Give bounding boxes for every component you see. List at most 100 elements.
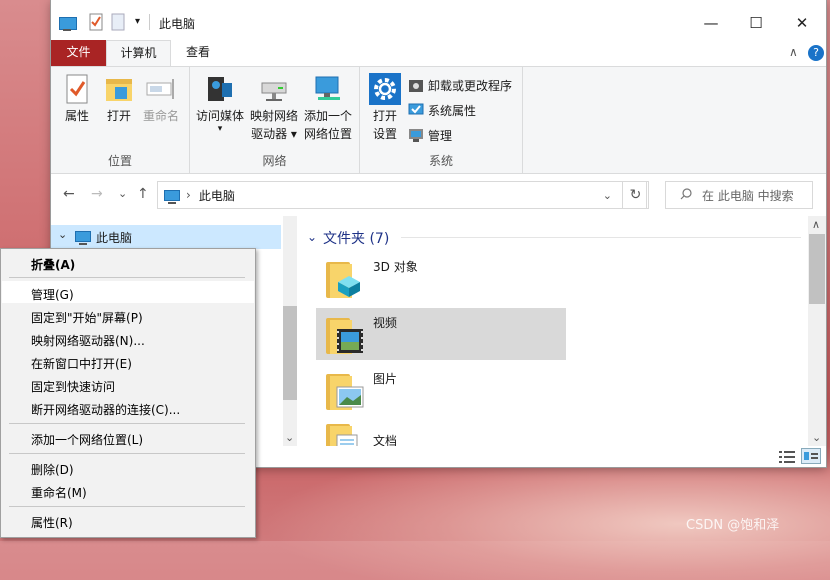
- section-header-folders[interactable]: 文件夹 (7): [323, 228, 389, 248]
- section-divider: [401, 237, 801, 238]
- open-button[interactable]: 打开: [101, 73, 137, 125]
- videos-folder-icon: [326, 312, 368, 356]
- breadcrumb-this-pc[interactable]: 此电脑: [199, 187, 235, 204]
- collapse-ribbon-icon[interactable]: ∧: [789, 45, 798, 59]
- recent-locations-button[interactable]: ⌄: [118, 187, 127, 200]
- system-properties-label: 系统属性: [428, 103, 477, 118]
- title-divider: [149, 14, 150, 30]
- menu-item-add-network-location[interactable]: 添加一个网络位置(L): [31, 431, 143, 448]
- tab-view[interactable]: 查看: [173, 40, 223, 66]
- maximize-button[interactable]: ☐: [733, 8, 779, 38]
- close-button[interactable]: ✕: [779, 8, 825, 38]
- folder-name: 图片: [373, 371, 398, 386]
- watermark-text: CSDN @饱和泽: [686, 518, 780, 533]
- new-folder-quick-icon[interactable]: [111, 13, 125, 31]
- system-properties-button[interactable]: 系统属性: [408, 99, 476, 121]
- menu-item-collapse[interactable]: 折叠(A): [31, 256, 75, 273]
- forward-button[interactable]: →: [91, 186, 103, 202]
- menu-item-disconnect-drive[interactable]: 断开网络驱动器的连接(C)...: [31, 401, 180, 418]
- back-button[interactable]: ←: [63, 186, 75, 202]
- menu-separator: [9, 423, 245, 424]
- ribbon: 属性 打开 重命名 位置 访问媒体 ▾ 映射网络 驱动器 ▾ 添加一个 网络位置…: [51, 66, 826, 174]
- refresh-button[interactable]: ↻: [622, 181, 649, 209]
- help-icon[interactable]: ?: [808, 45, 824, 61]
- details-view-icon[interactable]: [779, 450, 795, 467]
- folder-name: 3D 对象: [373, 259, 418, 274]
- group-location: 属性 打开 重命名 位置: [51, 67, 190, 173]
- menu-item-map-network-drive[interactable]: 映射网络驱动器(N)...: [31, 332, 145, 349]
- content-scroll-up-icon[interactable]: ∧: [812, 218, 820, 231]
- large-icons-view-icon[interactable]: [801, 448, 821, 464]
- window-title: 此电脑: [159, 17, 196, 31]
- folder-item-videos[interactable]: 视频: [316, 308, 566, 360]
- search-box[interactable]: 在 此电脑 中搜索: [665, 181, 813, 209]
- network-drive-icon: [258, 73, 290, 105]
- folder-item-documents[interactable]: 文档: [316, 420, 566, 446]
- menu-separator: [9, 506, 245, 507]
- content-scrollbar[interactable]: ∧ ⌄: [808, 216, 826, 446]
- folder-name: 文档: [373, 434, 398, 446]
- settings-gear-icon: [369, 73, 401, 105]
- folder-item-pictures[interactable]: 图片: [316, 364, 566, 416]
- properties-button[interactable]: 属性: [59, 73, 95, 125]
- manage-button[interactable]: 管理: [408, 124, 452, 146]
- manage-icon: [408, 127, 424, 143]
- access-media-label: 访问媒体: [195, 109, 244, 123]
- access-media-button[interactable]: 访问媒体 ▾: [194, 73, 246, 134]
- nav-scroll-thumb[interactable]: [283, 306, 297, 400]
- address-row: ← → ⌄ ↑ › 此电脑 ⌄ ↻ 在 此电脑 中搜索: [51, 174, 826, 216]
- nav-item-label: 此电脑: [96, 231, 133, 245]
- group-system: 打开 设置 卸载或更改程序 系统属性 管理 系统: [360, 67, 523, 173]
- rename-button[interactable]: 重命名: [141, 73, 181, 125]
- nav-scroll-down-icon[interactable]: ⌄: [285, 431, 294, 444]
- content-scroll-down-icon[interactable]: ⌄: [812, 431, 821, 444]
- open-settings-button[interactable]: 打开 设置: [366, 73, 404, 143]
- computer-icon: [59, 14, 77, 32]
- menu-item-pin-quick-access[interactable]: 固定到快速访问: [31, 378, 115, 395]
- menu-item-pin-to-start[interactable]: 固定到"开始"屏幕(P): [31, 309, 143, 326]
- folder-item-3d-objects[interactable]: 3D 对象: [316, 252, 566, 304]
- minimize-button[interactable]: —: [688, 8, 734, 38]
- expand-chevron-icon[interactable]: ⌄: [58, 228, 67, 241]
- address-bar[interactable]: › 此电脑 ⌄: [157, 181, 647, 209]
- map-network-drive-button[interactable]: 映射网络 驱动器 ▾: [248, 73, 300, 143]
- access-media-dropdown: ▾: [217, 124, 223, 134]
- system-properties-icon: [408, 102, 424, 118]
- address-dropdown-icon[interactable]: ⌄: [603, 189, 612, 202]
- tab-file[interactable]: 文件: [51, 40, 106, 66]
- search-placeholder: 在 此电脑 中搜索: [702, 188, 794, 203]
- add-location-label-2: 网络位置: [303, 127, 352, 141]
- properties-label: 属性: [64, 109, 89, 123]
- media-icon: [204, 73, 236, 105]
- title-bar: ▾ 此电脑 — ☐ ✕: [51, 0, 826, 40]
- open-settings-label-2: 设置: [372, 127, 397, 141]
- uninstall-program-button[interactable]: 卸载或更改程序: [408, 74, 512, 96]
- this-pc-icon: [164, 189, 180, 204]
- rename-label: 重命名: [142, 109, 179, 123]
- group-network-label: 网络: [262, 154, 287, 168]
- customize-toolbar-icon[interactable]: ▾: [135, 12, 140, 30]
- open-label: 打开: [106, 109, 131, 123]
- properties-icon: [61, 73, 93, 105]
- menu-item-properties[interactable]: 属性(R): [31, 514, 73, 531]
- group-system-label: 系统: [428, 154, 453, 168]
- open-settings-label-1: 打开: [372, 109, 397, 123]
- this-pc-nav-icon: [75, 231, 91, 245]
- add-network-location-button[interactable]: 添加一个 网络位置: [300, 73, 356, 143]
- search-icon: [680, 187, 692, 203]
- up-button[interactable]: ↑: [137, 186, 149, 202]
- menu-separator: [9, 277, 245, 278]
- properties-quick-icon[interactable]: [89, 13, 103, 31]
- map-drive-label-1: 映射网络: [249, 109, 298, 123]
- nav-scrollbar[interactable]: ⌄: [283, 216, 297, 446]
- menu-item-open-new-window[interactable]: 在新窗口中打开(E): [31, 355, 132, 372]
- menu-item-delete[interactable]: 删除(D): [31, 461, 74, 478]
- menu-item-rename[interactable]: 重命名(M): [31, 484, 87, 501]
- pictures-folder-icon: [326, 368, 368, 412]
- content-scroll-thumb[interactable]: [809, 234, 825, 304]
- tab-computer[interactable]: 计算机: [106, 40, 171, 66]
- nav-item-this-pc[interactable]: ⌄ 此电脑: [51, 225, 281, 249]
- menu-item-manage[interactable]: 管理(G): [31, 286, 74, 303]
- network-location-icon: [312, 73, 344, 105]
- section-collapse-icon[interactable]: ⌄: [307, 230, 317, 244]
